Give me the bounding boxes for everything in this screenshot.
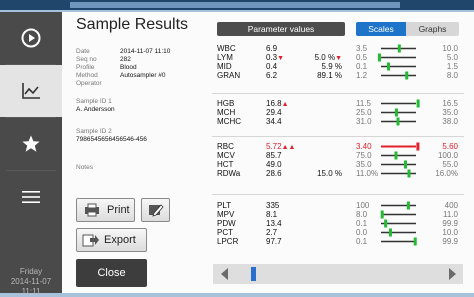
scale-bar (377, 53, 416, 62)
scale-marker (384, 219, 388, 228)
sidebar-weekday: Friday (19, 267, 43, 276)
scale-bar (381, 228, 416, 237)
scale-bar (381, 237, 417, 246)
scale-bar (381, 44, 416, 53)
play-icon (21, 28, 41, 48)
scale-bar (381, 108, 416, 117)
scale-marker (405, 71, 409, 80)
scale-marker (404, 160, 407, 169)
scale-bar (381, 99, 420, 108)
chart-line-icon (22, 83, 40, 99)
results-panel: Sample Results Date 2014-11-07 11:10 Seq … (62, 12, 474, 293)
window-frame-bar (0, 0, 474, 10)
scale-bar (381, 117, 416, 126)
scale-bar (380, 210, 416, 219)
scale-bar (381, 169, 416, 178)
sidebar-date: 2014-11-07 (10, 277, 52, 286)
scale-marker (380, 210, 384, 219)
sidebar-time: 11:11 (21, 287, 41, 296)
scale-bar (381, 219, 416, 228)
scale-bar (381, 201, 416, 210)
scale-marker (387, 62, 390, 71)
scale-marker (394, 151, 398, 160)
scale-bar (381, 160, 416, 169)
scale-marker (388, 228, 392, 237)
scale-marker (394, 108, 398, 117)
menu-icon (22, 191, 40, 203)
scale-marker (413, 237, 417, 246)
sidebar-menu-button[interactable] (0, 171, 62, 223)
scale-bars (377, 44, 420, 246)
scale-marker (416, 142, 420, 151)
scale-bar (381, 142, 420, 151)
scale-marker (407, 169, 411, 178)
scale-marker (416, 99, 420, 108)
sidebar-play-button[interactable] (0, 12, 62, 64)
scale-marker (397, 44, 401, 53)
scale-marker (406, 201, 410, 210)
scroll-left-icon[interactable] (221, 268, 228, 280)
scale-bar (381, 62, 416, 71)
scale-marker (377, 53, 381, 62)
sidebar-results-button[interactable] (0, 65, 62, 117)
scale-bar (381, 151, 416, 160)
sidebar-favorites-button[interactable] (0, 118, 62, 170)
horizontal-scrollbar[interactable] (213, 264, 463, 284)
scroll-right-icon[interactable] (449, 268, 456, 280)
star-icon (22, 135, 40, 152)
scale-marker (396, 117, 400, 126)
scroll-thumb[interactable] (251, 267, 256, 281)
sidebar: Friday 2014-11-07 11:11 (0, 12, 62, 296)
scale-bar (381, 71, 416, 80)
